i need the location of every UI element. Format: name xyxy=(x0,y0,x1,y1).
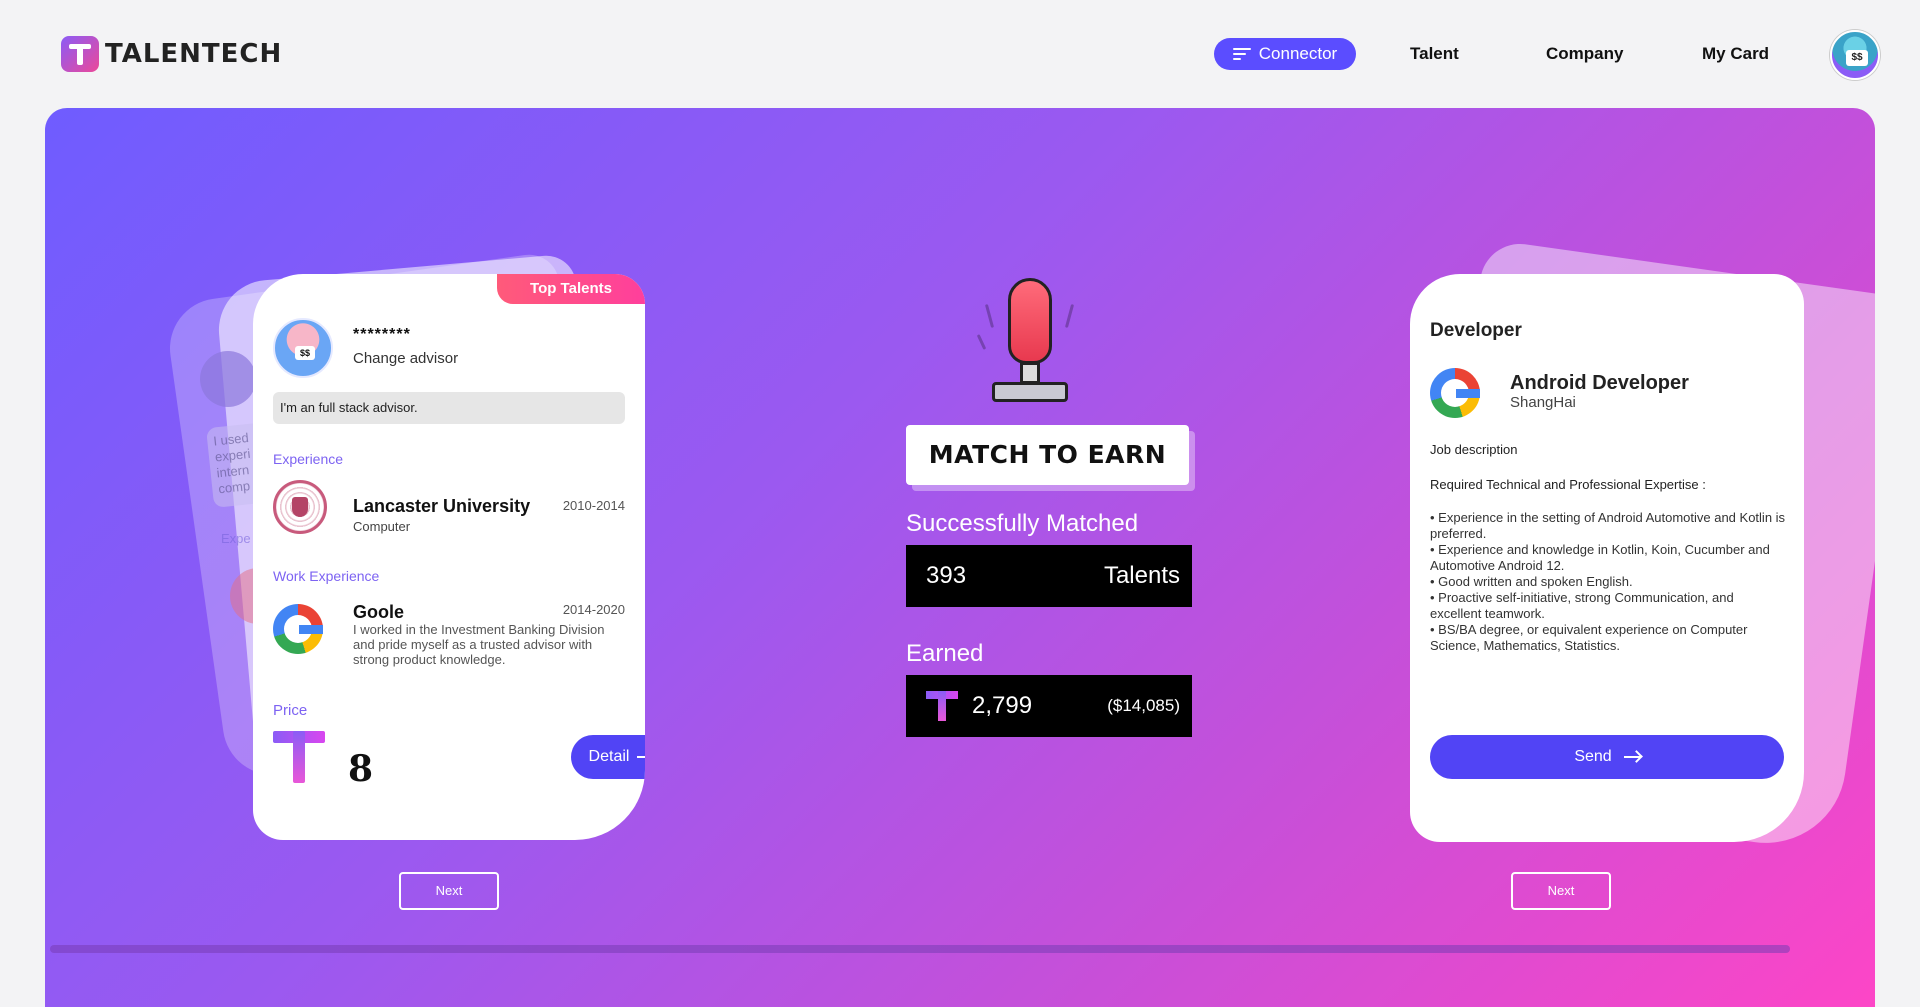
talent-card: Top Talents $$ ******** Change advisor I… xyxy=(253,274,645,840)
university-logo-icon xyxy=(273,480,327,534)
match-to-earn-title: MATCH TO EARN xyxy=(906,425,1189,485)
hero-panel: I used experi intern comp Expe Top Talen… xyxy=(45,108,1875,1007)
left-next-button[interactable]: Next xyxy=(399,872,499,910)
education-years: 2010-2014 xyxy=(562,498,625,513)
nav-talent[interactable]: Talent xyxy=(1410,38,1459,70)
ghost-avatar xyxy=(200,351,256,407)
price-value: 8 xyxy=(348,748,374,790)
earned-stat: 2,799 ($14,085) xyxy=(906,675,1192,737)
requirement-item: • Experience in the setting of Android A… xyxy=(1430,510,1786,541)
work-company: Goole xyxy=(353,602,405,622)
arrow-right-icon xyxy=(637,756,645,758)
carousel-scrollbar[interactable] xyxy=(50,945,1790,953)
matched-value: 393 xyxy=(926,562,967,589)
requirements-list: • Experience in the setting of Android A… xyxy=(1430,510,1786,654)
token-icon xyxy=(273,731,325,783)
job-card: Developer Android Developer ShangHai Job… xyxy=(1410,274,1804,842)
send-button[interactable]: Send xyxy=(1430,735,1784,779)
arrow-right-icon xyxy=(1623,756,1640,758)
matched-stat: 393 Talents xyxy=(906,545,1192,607)
requirements-label: Required Technical and Professional Expe… xyxy=(1430,477,1706,492)
ghost-label: Expe xyxy=(221,531,251,546)
google-logo-icon xyxy=(1430,368,1480,418)
talentech-logo[interactable]: TALENTECH xyxy=(61,36,282,72)
google-logo-icon xyxy=(273,604,323,654)
price-label: Price xyxy=(273,702,308,719)
experience-label: Experience xyxy=(273,451,344,467)
top-header: TALENTECH Connector Talent Company My Ca… xyxy=(0,0,1920,108)
advisor-bio: I'm an full stack advisor. xyxy=(273,392,625,424)
logo-mark-icon xyxy=(61,36,99,72)
job-location: ShangHai xyxy=(1510,394,1576,411)
work-years: 2014-2020 xyxy=(562,602,625,617)
job-category: Developer xyxy=(1430,320,1522,341)
requirement-item: • BS/BA degree, or equivalent experience… xyxy=(1430,622,1748,653)
education-subject: Computer xyxy=(353,519,411,534)
detail-button-label: Detail xyxy=(588,748,630,765)
advisor-name: ******** xyxy=(353,326,411,343)
nav-company[interactable]: Company xyxy=(1546,38,1623,70)
nav-connector-label: Connector xyxy=(1258,44,1338,63)
send-button-label: Send xyxy=(1574,748,1612,765)
job-title: Android Developer xyxy=(1510,372,1689,394)
advisor-role: Change advisor xyxy=(353,350,459,367)
advisor-avatar-badge: $$ xyxy=(295,346,315,360)
job-description-label: Job description xyxy=(1430,442,1518,457)
education-name: Lancaster University xyxy=(353,496,531,516)
matched-label: Successfully Matched xyxy=(906,510,1139,537)
filter-icon xyxy=(1232,47,1251,61)
work-description: I worked in the Investment Banking Divis… xyxy=(353,622,605,667)
top-talents-ribbon: Top Talents xyxy=(497,274,645,304)
token-icon xyxy=(926,691,958,721)
detail-button[interactable]: Detail xyxy=(571,735,645,779)
user-avatar[interactable]: $$ xyxy=(1830,30,1880,80)
earned-label: Earned xyxy=(906,640,984,667)
matched-unit: Talents xyxy=(1103,562,1180,589)
advisor-avatar: $$ xyxy=(273,318,333,378)
earned-value: 2,799 xyxy=(972,692,1033,719)
requirement-item: • Proactive self-initiative, strong Comm… xyxy=(1430,590,1734,621)
nav-connector[interactable]: Connector xyxy=(1214,38,1356,70)
logo-text: TALENTECH xyxy=(105,39,283,69)
nav-my-card[interactable]: My Card xyxy=(1702,38,1769,70)
right-next-button[interactable]: Next xyxy=(1511,872,1611,910)
requirement-item: • Good written and spoken English. xyxy=(1430,574,1633,589)
requirement-item: • Experience and knowledge in Kotlin, Ko… xyxy=(1430,542,1770,573)
avatar-badge: $$ xyxy=(1846,50,1868,66)
earned-usd: ($14,085) xyxy=(1107,696,1180,715)
work-experience-label: Work Experience xyxy=(273,568,380,584)
stamp-icon xyxy=(950,278,1110,438)
